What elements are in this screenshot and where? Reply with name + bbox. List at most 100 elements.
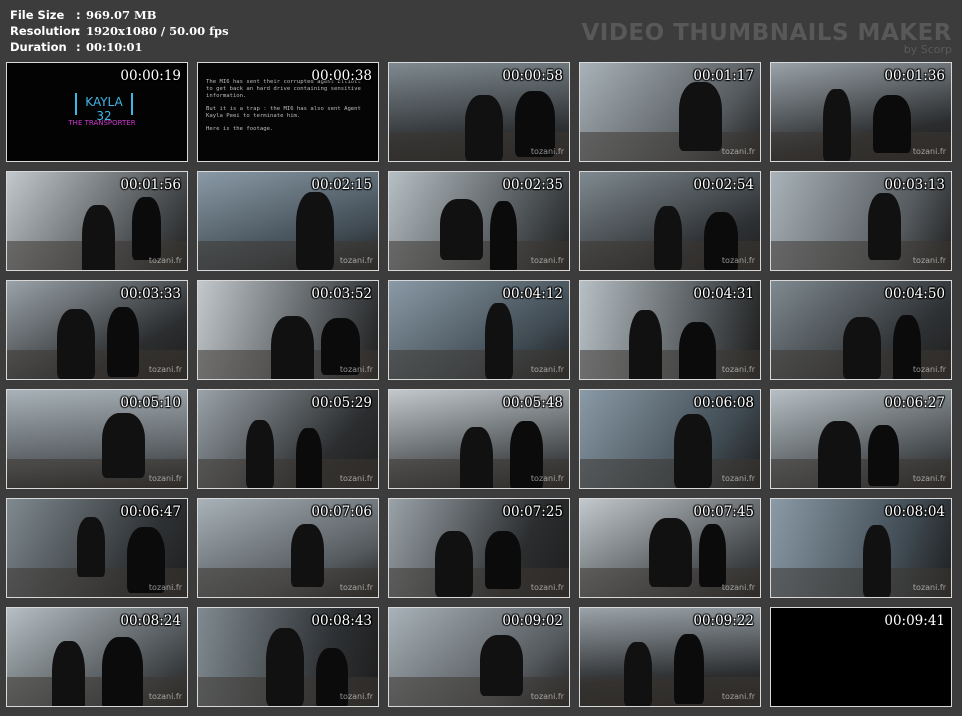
site-watermark: tozani.fr: [339, 256, 373, 265]
figure-silhouette: [291, 524, 324, 587]
video-thumbnail[interactable]: 00:09:41: [770, 607, 952, 707]
figure-silhouette: [82, 205, 115, 270]
title-logo: KAYLA 32: [75, 93, 133, 123]
figure-silhouette: [480, 635, 523, 696]
video-thumbnail[interactable]: tozani.fr 00:09:22: [579, 607, 761, 707]
timestamp: 00:09:02: [502, 613, 563, 629]
site-watermark: tozani.fr: [530, 692, 564, 701]
timestamp: 00:03:13: [884, 177, 945, 193]
figure-silhouette: [624, 642, 652, 706]
video-thumbnail[interactable]: The MI6 has sent their corrupted agent E…: [197, 62, 379, 162]
timestamp: 00:00:38: [311, 68, 372, 84]
figure-silhouette: [818, 421, 861, 488]
story-brief: The MI6 has sent their corrupted agent E…: [206, 79, 371, 139]
video-thumbnail[interactable]: tozani.fr 00:06:08: [579, 389, 761, 489]
figure-silhouette: [465, 95, 503, 161]
video-thumbnail[interactable]: tozani.fr 00:01:17: [579, 62, 761, 162]
video-thumbnail[interactable]: tozani.fr 00:02:35: [388, 171, 570, 271]
timestamp: 00:06:27: [884, 395, 945, 411]
timestamp: 00:04:50: [884, 286, 945, 302]
video-thumbnail[interactable]: tozani.fr 00:02:15: [197, 171, 379, 271]
figure-silhouette: [873, 95, 911, 153]
video-thumbnail[interactable]: tozani.fr 00:05:48: [388, 389, 570, 489]
site-watermark: tozani.fr: [339, 365, 373, 374]
site-watermark: tozani.fr: [912, 474, 946, 483]
timestamp: 00:08:04: [884, 504, 945, 520]
site-watermark: tozani.fr: [721, 365, 755, 374]
timestamp: 00:07:45: [693, 504, 754, 520]
figure-silhouette: [699, 524, 726, 587]
video-thumbnail[interactable]: tozani.fr 00:07:45: [579, 498, 761, 598]
timestamp: 00:02:35: [502, 177, 563, 193]
video-thumbnail[interactable]: tozani.fr 00:04:12: [388, 280, 570, 380]
figure-silhouette: [868, 193, 901, 260]
video-thumbnail[interactable]: tozani.fr 00:08:43: [197, 607, 379, 707]
brief-paragraph: Here is the footage.: [206, 126, 274, 132]
video-thumbnail[interactable]: tozani.fr 00:06:27: [770, 389, 952, 489]
site-watermark: tozani.fr: [530, 583, 564, 592]
site-watermark: tozani.fr: [721, 583, 755, 592]
figure-silhouette: [679, 82, 722, 151]
figure-silhouette: [435, 531, 473, 597]
site-watermark: tozani.fr: [912, 583, 946, 592]
figure-silhouette: [649, 518, 692, 587]
figure-silhouette: [296, 428, 322, 488]
figure-silhouette: [863, 525, 891, 597]
figure-silhouette: [679, 322, 716, 379]
video-thumbnail[interactable]: tozani.fr 00:04:31: [579, 280, 761, 380]
site-watermark: tozani.fr: [530, 256, 564, 265]
site-watermark: tozani.fr: [721, 256, 755, 265]
figure-silhouette: [57, 309, 95, 379]
timestamp: 00:07:06: [311, 504, 372, 520]
video-thumbnail[interactable]: tozani.fr 00:01:56: [6, 171, 188, 271]
video-thumbnail[interactable]: tozani.fr 00:03:13: [770, 171, 952, 271]
site-watermark: tozani.fr: [148, 583, 182, 592]
timestamp: 00:05:10: [120, 395, 181, 411]
video-thumbnail[interactable]: tozani.fr 00:06:47: [6, 498, 188, 598]
timestamp: 00:03:33: [120, 286, 181, 302]
video-thumbnail[interactable]: tozani.fr 00:07:06: [197, 498, 379, 598]
video-thumbnail[interactable]: tozani.fr 00:05:10: [6, 389, 188, 489]
figure-silhouette: [102, 413, 145, 478]
video-thumbnail[interactable]: tozani.fr 00:08:24: [6, 607, 188, 707]
video-thumbnail[interactable]: tozani.fr 00:09:02: [388, 607, 570, 707]
video-thumbnail[interactable]: KAYLA 32 THE TRANSPORTER 00:00:19: [6, 62, 188, 162]
site-watermark: tozani.fr: [339, 583, 373, 592]
video-thumbnail[interactable]: tozani.fr 00:04:50: [770, 280, 952, 380]
video-thumbnail[interactable]: tozani.fr 00:00:58: [388, 62, 570, 162]
site-watermark: tozani.fr: [912, 365, 946, 374]
figure-silhouette: [485, 303, 513, 379]
site-watermark: tozani.fr: [912, 256, 946, 265]
thumbnail-grid: KAYLA 32 THE TRANSPORTER 00:00:19 The MI6 h…: [0, 0, 962, 716]
site-watermark: tozani.fr: [148, 474, 182, 483]
figure-silhouette: [246, 420, 274, 488]
figure-silhouette: [460, 427, 493, 488]
video-thumbnail[interactable]: tozani.fr 00:01:36: [770, 62, 952, 162]
video-thumbnail[interactable]: tozani.fr 00:08:04: [770, 498, 952, 598]
video-thumbnail[interactable]: tozani.fr 00:07:25: [388, 498, 570, 598]
timestamp: 00:09:41: [884, 613, 945, 629]
timestamp: 00:01:56: [120, 177, 181, 193]
timestamp: 00:08:43: [311, 613, 372, 629]
timestamp: 00:04:31: [693, 286, 754, 302]
timestamp: 00:05:29: [311, 395, 372, 411]
site-watermark: tozani.fr: [530, 365, 564, 374]
timestamp: 00:05:48: [502, 395, 563, 411]
timestamp: 00:01:17: [693, 68, 754, 84]
brief-paragraph: But it is a trap : the MI6 has also sent…: [206, 106, 361, 119]
video-thumbnail[interactable]: tozani.fr 00:03:52: [197, 280, 379, 380]
timestamp: 00:00:58: [502, 68, 563, 84]
site-watermark: tozani.fr: [530, 474, 564, 483]
figure-silhouette: [674, 414, 712, 488]
site-watermark: tozani.fr: [148, 365, 182, 374]
video-thumbnail[interactable]: tozani.fr 00:05:29: [197, 389, 379, 489]
timestamp: 00:01:36: [884, 68, 945, 84]
site-watermark: tozani.fr: [721, 692, 755, 701]
site-watermark: tozani.fr: [721, 147, 755, 156]
timestamp: 00:04:12: [502, 286, 563, 302]
figure-silhouette: [485, 531, 521, 589]
video-thumbnail[interactable]: tozani.fr 00:02:54: [579, 171, 761, 271]
figure-silhouette: [440, 199, 483, 260]
timestamp: 00:02:15: [311, 177, 372, 193]
video-thumbnail[interactable]: tozani.fr 00:03:33: [6, 280, 188, 380]
